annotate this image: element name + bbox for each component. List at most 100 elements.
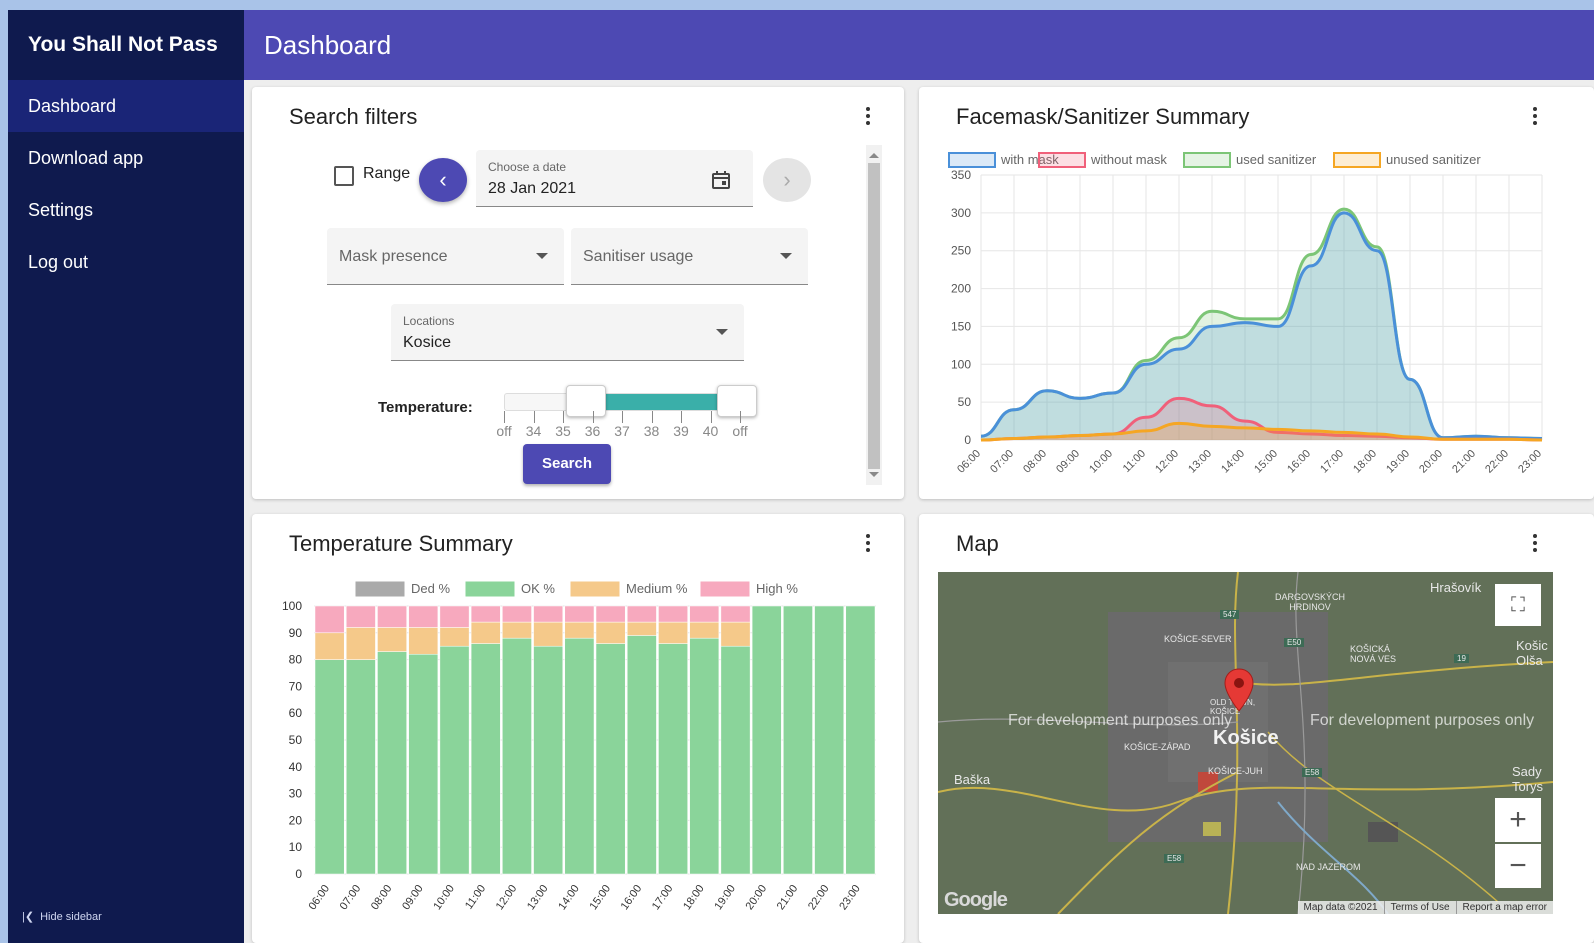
temperature-scale: off 34 35 36 37 38 39 40 off: [496, 411, 748, 441]
chevron-left-icon: ‹: [439, 167, 447, 192]
x-tick-label: 08:00: [369, 883, 395, 912]
more-options-icon[interactable]: [1527, 105, 1543, 127]
bar-segment: [408, 627, 439, 655]
map-view[interactable]: For development purposes only For develo…: [938, 572, 1553, 914]
bar-segment: [533, 645, 564, 875]
sidebar-item-dashboard[interactable]: Dashboard: [8, 80, 244, 132]
scrollbar-thumb[interactable]: [868, 163, 880, 469]
range-checkbox[interactable]: [334, 166, 354, 186]
more-options-icon[interactable]: [860, 532, 876, 554]
y-tick-label: 350: [951, 168, 971, 182]
google-logo: Google: [944, 889, 1008, 911]
legend-swatch: [948, 152, 996, 168]
slider-tick: [622, 411, 623, 423]
mask-presence-select[interactable]: Mask presence: [327, 228, 564, 285]
legend-label: unused sanitizer: [1386, 152, 1481, 167]
map-place-label: KOŠICE-JUH: [1208, 766, 1263, 776]
bar-segment: [658, 605, 688, 623]
y-tick-label: 30: [289, 787, 303, 801]
legend-swatch: [465, 581, 515, 597]
y-tick-label: 70: [289, 679, 303, 693]
temperature-range-slider[interactable]: [502, 383, 758, 417]
bar-segment: [595, 621, 626, 644]
legend-swatch: [1333, 152, 1381, 168]
slider-range-fill: [584, 394, 736, 410]
more-options-icon[interactable]: [860, 105, 876, 127]
x-tick-label: 18:00: [1351, 448, 1379, 476]
y-tick-label: 50: [958, 395, 972, 409]
y-tick-label: 50: [289, 733, 303, 747]
x-tick-label: 20:00: [1417, 448, 1445, 476]
scroll-up-icon[interactable]: [869, 153, 879, 158]
x-tick-label: 21:00: [1450, 448, 1478, 476]
bar-segment: [626, 605, 657, 623]
sanitiser-usage-select[interactable]: Sanitiser usage: [571, 228, 808, 285]
slider-tick-label: 39: [673, 423, 689, 439]
bar-segment: [720, 605, 751, 623]
road-badge: 19: [1454, 654, 1469, 663]
legend-label: Medium %: [626, 581, 688, 596]
road-badge: E58: [1164, 854, 1185, 863]
legend-label: OK %: [521, 581, 555, 596]
calendar-icon[interactable]: [711, 170, 731, 190]
terms-of-use-link[interactable]: Terms of Use: [1383, 901, 1456, 914]
scroll-down-icon[interactable]: [869, 472, 879, 477]
dropdown-arrow-icon: [536, 253, 548, 259]
slider-tick-label: 40: [702, 423, 719, 439]
scrollbar[interactable]: [866, 145, 882, 485]
sidebar-item-log-out[interactable]: Log out: [8, 236, 244, 288]
date-value: 28 Jan 2021: [488, 180, 577, 197]
legend-swatch: [700, 581, 750, 597]
legend-label: without mask: [1090, 152, 1167, 167]
bar-segment: [502, 621, 532, 639]
map-place-label: KOŠICE-SEVER: [1164, 634, 1232, 644]
x-tick-label: 09:00: [1054, 448, 1082, 476]
legend-swatch: [355, 581, 405, 597]
zoom-in-button[interactable]: +: [1495, 798, 1541, 842]
sidebar-item-settings[interactable]: Settings: [8, 184, 244, 236]
date-picker-field[interactable]: Choose a date 28 Jan 2021: [476, 150, 753, 207]
next-date-button[interactable]: ›: [763, 158, 811, 202]
more-options-icon[interactable]: [1527, 532, 1543, 554]
hide-sidebar-button[interactable]: |❮ Hide sidebar: [22, 910, 102, 924]
bar-segment: [595, 605, 626, 623]
x-tick-label: 12:00: [494, 883, 520, 912]
legend-label: High %: [756, 581, 798, 596]
temperature-summary-card: Temperature Summary 0 10 20 30 40 50 60 70 80 90 1…: [252, 514, 904, 943]
x-tick-label: 06:00: [306, 883, 332, 912]
locations-select[interactable]: Locations Kosice: [391, 304, 744, 361]
facemask-summary-chart: 0 50 100 150 200 250 300 350 06:00 07:00 08:00 09:0…: [948, 152, 1544, 476]
app-window: You Shall Not Pass Dashboard Download ap…: [8, 10, 1594, 943]
map-watermark: For development purposes only: [1008, 712, 1233, 729]
y-tick-label: 20: [289, 813, 303, 827]
fullscreen-button[interactable]: ⛶: [1495, 584, 1541, 626]
sidebar-item-download-app[interactable]: Download app: [8, 132, 244, 184]
header-bar: Dashboard: [244, 10, 1594, 80]
y-tick-label: 0: [295, 867, 302, 881]
map-city-label: Košice: [1213, 727, 1279, 749]
facemask-summary-card: Facemask/Sanitizer Summary 0 50 100 150 200 2…: [919, 87, 1594, 499]
bar-segment: [470, 621, 501, 644]
bar-segment: [502, 605, 532, 623]
bar-segment: [533, 621, 564, 647]
bar-segment: [595, 643, 626, 875]
zoom-out-button[interactable]: −: [1495, 844, 1541, 888]
map-marker-icon[interactable]: [1224, 668, 1254, 712]
search-button[interactable]: Search: [523, 444, 611, 484]
x-tick-label: 14:00: [556, 883, 582, 912]
map-watermark: For development purposes only: [1310, 712, 1535, 729]
x-tick-label: 16:00: [1285, 448, 1313, 476]
bar-segment: [377, 651, 407, 875]
previous-date-button[interactable]: ‹: [419, 158, 467, 202]
x-tick-label: 22:00: [806, 883, 832, 912]
y-tick-label: 0: [964, 433, 971, 447]
slider-tick: [533, 411, 535, 423]
slider-tick-label: off: [496, 423, 512, 439]
y-tick-label: 100: [951, 357, 971, 371]
legend-swatch: [1183, 152, 1231, 168]
bar-segment: [783, 605, 813, 875]
bar-segment: [314, 605, 345, 634]
bar-segment: [439, 645, 470, 875]
bar-segment: [720, 645, 751, 875]
report-map-error-link[interactable]: Report a map error: [1455, 901, 1553, 914]
